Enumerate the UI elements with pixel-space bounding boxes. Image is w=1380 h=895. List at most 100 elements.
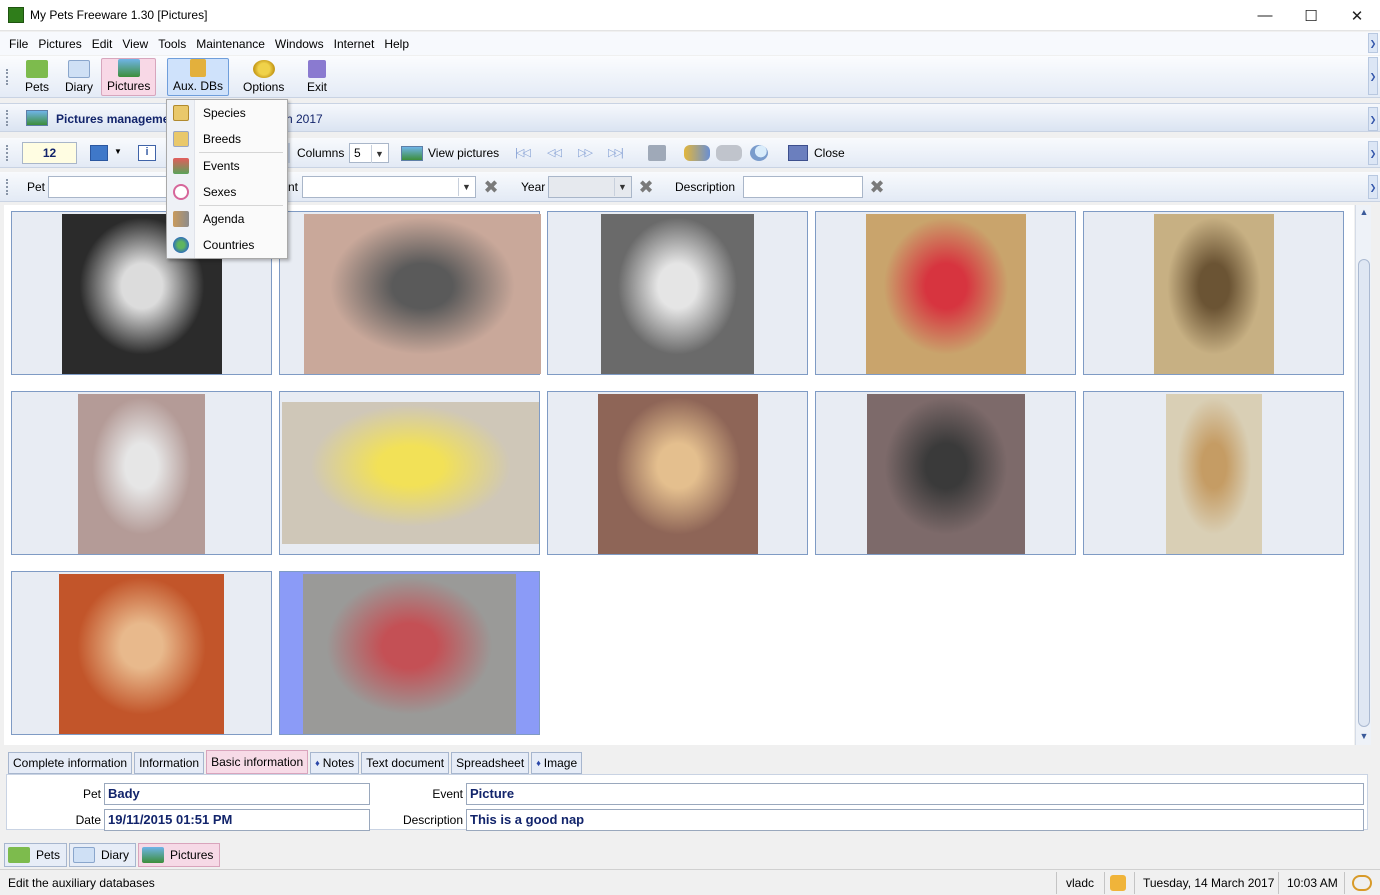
pictures-button-label: Pictures bbox=[107, 79, 151, 93]
picture-thumbnail[interactable] bbox=[1083, 211, 1344, 375]
layout-dropdown-icon[interactable]: ▼ bbox=[114, 147, 122, 156]
menu-item-breeds[interactable]: Breeds bbox=[167, 127, 287, 151]
description-filter-input[interactable] bbox=[743, 176, 863, 198]
menu-item-countries[interactable]: Countries bbox=[167, 233, 287, 257]
toolbar-overflow-chevron-icon[interactable]: ❯ bbox=[1368, 57, 1378, 95]
tab-label: Information bbox=[139, 756, 200, 770]
header-overflow-chevron-icon[interactable]: ❯ bbox=[1368, 107, 1378, 131]
clear-year-icon[interactable]: ✖ bbox=[636, 177, 656, 197]
event-field[interactable]: Picture bbox=[466, 783, 1364, 805]
tab-complete-information[interactable]: Complete information bbox=[8, 752, 133, 774]
menu-item-agenda[interactable]: Agenda bbox=[167, 207, 287, 231]
picture-count-field[interactable]: 12 bbox=[22, 142, 77, 164]
menu-help[interactable]: Help bbox=[379, 37, 414, 51]
menu-view[interactable]: View bbox=[117, 37, 153, 51]
scroll-thumb[interactable] bbox=[1358, 259, 1370, 727]
pet-field[interactable]: Bady bbox=[104, 783, 370, 805]
year-filter-select[interactable]: ▼ bbox=[548, 176, 632, 198]
exit-button[interactable]: Exit bbox=[302, 58, 332, 96]
dog-icon bbox=[26, 60, 48, 78]
clear-event-icon[interactable]: ✖ bbox=[481, 177, 501, 197]
maximize-button[interactable]: ☐ bbox=[1288, 0, 1334, 31]
unlink-icon[interactable] bbox=[716, 145, 742, 161]
view-pictures-button[interactable]: View pictures bbox=[428, 146, 499, 160]
date-field[interactable]: 19/11/2015 01:51 PM bbox=[104, 809, 370, 831]
menu-item-sexes[interactable]: Sexes bbox=[167, 180, 287, 204]
menu-tools[interactable]: Tools bbox=[153, 37, 191, 51]
menu-item-species[interactable]: Species bbox=[167, 101, 287, 125]
event-filter-select[interactable]: ▼ bbox=[302, 176, 476, 198]
picture-icon bbox=[26, 110, 48, 126]
task-tab-pets[interactable]: Pets bbox=[4, 843, 68, 867]
toolbar-grip[interactable] bbox=[6, 69, 12, 85]
layout-icon[interactable] bbox=[90, 145, 108, 161]
pet-photo bbox=[1166, 394, 1262, 554]
menubar-overflow-chevron-icon[interactable]: ❯ bbox=[1368, 33, 1378, 53]
picture-thumbnail[interactable] bbox=[279, 211, 541, 375]
picture-thumbnail[interactable] bbox=[279, 571, 540, 735]
columns-select[interactable]: 5 ▼ bbox=[349, 143, 389, 163]
last-record-icon[interactable]: ▷▷| bbox=[608, 146, 628, 160]
diary-button[interactable]: Diary bbox=[60, 58, 98, 96]
task-tab-diary[interactable]: Diary bbox=[69, 843, 137, 867]
aux-dbs-button[interactable]: Aux. DBs bbox=[167, 58, 230, 96]
filter-grip[interactable] bbox=[6, 179, 12, 195]
menu-maintenance[interactable]: Maintenance bbox=[191, 37, 270, 51]
window-title: My Pets Freeware 1.30 [Pictures] bbox=[30, 8, 208, 22]
menu-edit[interactable]: Edit bbox=[87, 37, 118, 51]
menu-pictures[interactable]: Pictures bbox=[33, 37, 86, 51]
tab-information[interactable]: Information bbox=[134, 752, 205, 774]
minimize-button[interactable]: — bbox=[1242, 0, 1288, 31]
next-record-icon[interactable]: ▷▷ bbox=[578, 146, 598, 160]
print-icon[interactable] bbox=[648, 145, 666, 161]
picture-thumbnail[interactable] bbox=[279, 391, 540, 555]
info-icon[interactable]: i bbox=[138, 145, 156, 161]
tab-basic-information[interactable]: Basic information bbox=[206, 750, 309, 774]
vertical-scrollbar[interactable]: ▲ ▼ bbox=[1355, 205, 1371, 745]
picture-thumbnail[interactable] bbox=[815, 211, 1076, 375]
tab-image[interactable]: ♦ Image bbox=[531, 752, 583, 774]
status-bar: Edit the auxiliary databases vladc Tuesd… bbox=[0, 869, 1380, 895]
scroll-down-icon[interactable]: ▼ bbox=[1358, 731, 1370, 743]
menu-windows[interactable]: Windows bbox=[270, 37, 329, 51]
tab-spreadsheet[interactable]: Spreadsheet bbox=[451, 752, 530, 774]
status-message: Edit the auxiliary databases bbox=[8, 876, 155, 890]
description-field[interactable]: This is a good nap bbox=[466, 809, 1364, 831]
menu-item-events-label: Events bbox=[203, 159, 240, 173]
menu-item-events[interactable]: Events bbox=[167, 154, 287, 178]
picture-thumbnail[interactable] bbox=[547, 211, 808, 375]
close-button[interactable]: Close bbox=[814, 146, 845, 160]
link-icon[interactable] bbox=[684, 145, 710, 161]
header-grip[interactable] bbox=[6, 110, 12, 126]
app-icon bbox=[8, 7, 24, 23]
toolbar2-overflow-chevron-icon[interactable]: ❯ bbox=[1368, 141, 1378, 165]
previous-record-icon[interactable]: ◁◁ bbox=[547, 146, 567, 160]
globe-icon bbox=[173, 237, 189, 253]
menu-internet[interactable]: Internet bbox=[329, 37, 380, 51]
book-icon bbox=[73, 847, 96, 863]
menu-file[interactable]: File bbox=[4, 37, 33, 51]
tab-notes[interactable]: ♦ Notes bbox=[310, 752, 360, 774]
picture-thumbnail[interactable] bbox=[1083, 391, 1344, 555]
pets-button[interactable]: Pets bbox=[20, 58, 54, 96]
first-record-icon[interactable]: |◁◁ bbox=[515, 146, 535, 160]
picture-icon bbox=[117, 59, 140, 77]
zoom-icon[interactable] bbox=[750, 145, 768, 161]
columns-dropdown-icon: ▼ bbox=[371, 145, 387, 163]
lock-icon[interactable] bbox=[1110, 875, 1126, 891]
clear-description-icon[interactable]: ✖ bbox=[867, 177, 887, 197]
options-button[interactable]: Options bbox=[238, 58, 289, 96]
scroll-up-icon[interactable]: ▲ bbox=[1358, 207, 1370, 219]
book-icon bbox=[68, 60, 90, 78]
pet-filter-select[interactable] bbox=[48, 176, 170, 198]
pictures-button[interactable]: Pictures bbox=[101, 58, 157, 96]
close-window-button[interactable]: ✕ bbox=[1334, 0, 1380, 31]
task-tab-pictures[interactable]: Pictures bbox=[138, 843, 221, 867]
filter-overflow-chevron-icon[interactable]: ❯ bbox=[1368, 175, 1378, 199]
toolbar2-grip[interactable] bbox=[6, 145, 12, 161]
picture-thumbnail[interactable] bbox=[547, 391, 808, 555]
picture-thumbnail[interactable] bbox=[11, 571, 272, 735]
picture-thumbnail[interactable] bbox=[11, 391, 272, 555]
tab-text-document[interactable]: Text document bbox=[361, 752, 450, 774]
picture-thumbnail[interactable] bbox=[815, 391, 1076, 555]
